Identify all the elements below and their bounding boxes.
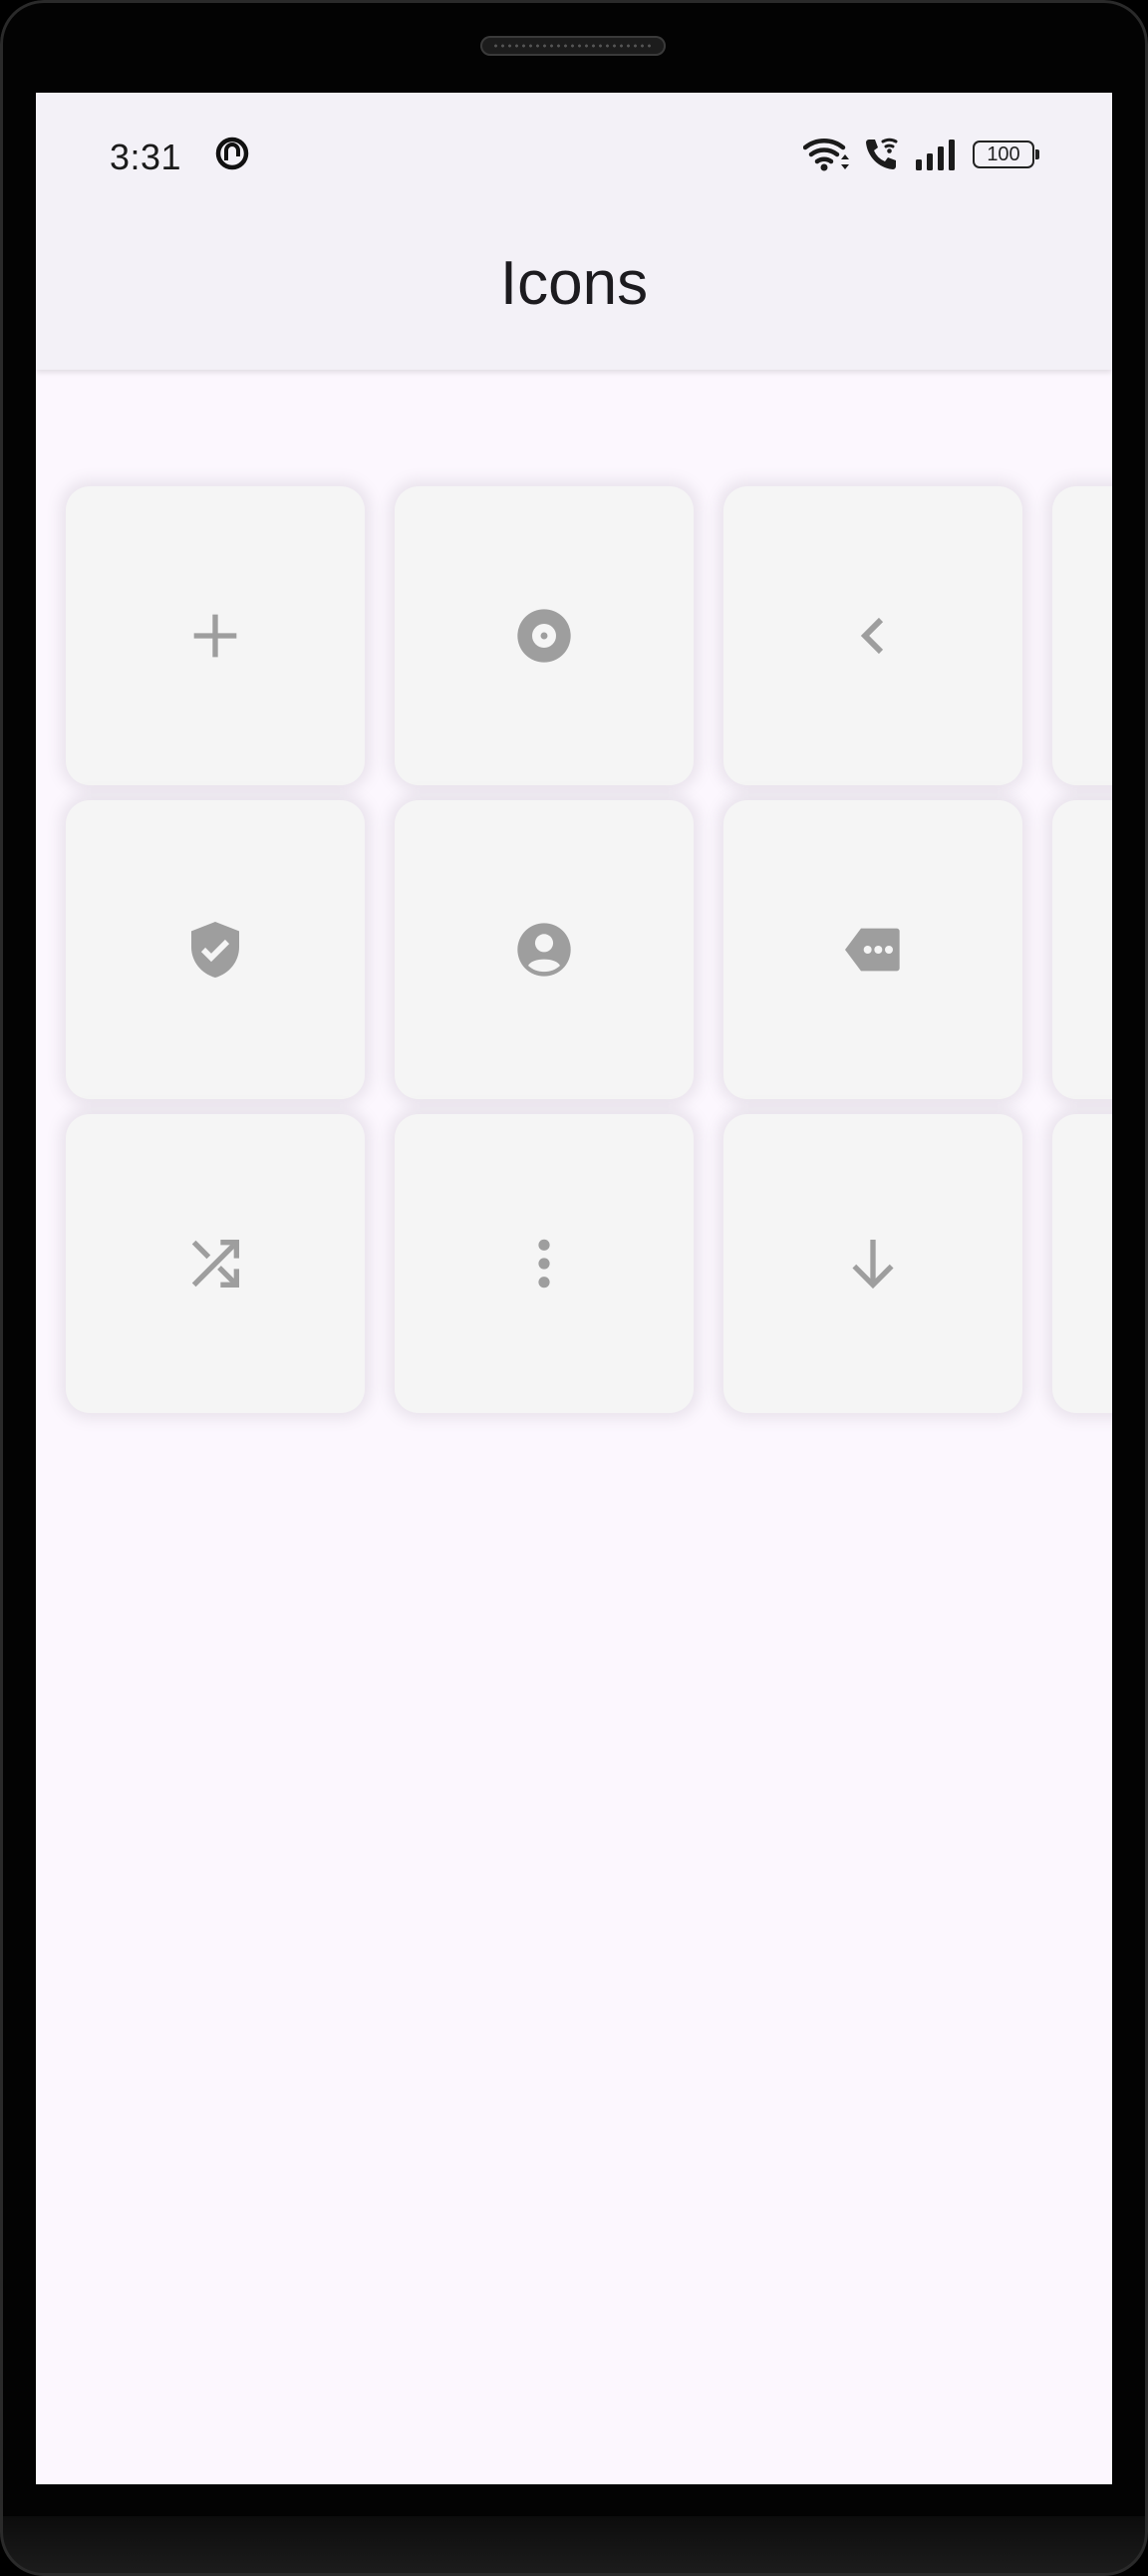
icon-tile-chevron-left[interactable] (723, 486, 1022, 785)
icon-tile-label-more[interactable] (723, 800, 1022, 1099)
shuffle-icon (191, 1240, 239, 1288)
icon-tile-account-circle[interactable] (395, 800, 694, 1099)
status-icons: 100 (803, 135, 1039, 174)
chevron-left-icon (860, 617, 884, 655)
icon-tile-more-vertical[interactable] (395, 1114, 694, 1413)
account-circle-icon (517, 923, 571, 977)
icon-tile-disc[interactable] (395, 486, 694, 785)
label-more-icon (845, 928, 900, 972)
icon-tile-shuffle[interactable] (66, 1114, 365, 1413)
icon-tile-partial[interactable] (1052, 486, 1112, 785)
wifi-icon (803, 138, 849, 171)
add-icon (193, 614, 237, 658)
screen: 3:31 100 Icons (36, 93, 1112, 2484)
battery-indicator: 100 (973, 141, 1039, 168)
arrow-down-icon (852, 1240, 894, 1289)
icon-tile-arrow-down[interactable] (723, 1114, 1022, 1413)
device-bottom-bezel (0, 2516, 1148, 2576)
icon-tile-partial[interactable] (1052, 1114, 1112, 1413)
icon-tile-partial[interactable] (1052, 800, 1112, 1099)
earpiece-speaker (480, 36, 666, 56)
notification-app-icon (215, 137, 249, 170)
icon-tile-add[interactable] (66, 486, 365, 785)
app-bar: 3:31 100 Icons (36, 93, 1112, 370)
page-title: Icons (499, 249, 649, 318)
more-vertical-icon (538, 1239, 550, 1288)
signal-icon (916, 140, 955, 170)
wifi-call-icon (866, 138, 898, 169)
verified-shield-icon (191, 922, 239, 978)
device-frame: 3:31 100 Icons (0, 0, 1148, 2576)
icon-tile-verified-shield[interactable] (66, 800, 365, 1099)
status-time: 3:31 (110, 137, 182, 177)
disc-icon (517, 609, 571, 663)
